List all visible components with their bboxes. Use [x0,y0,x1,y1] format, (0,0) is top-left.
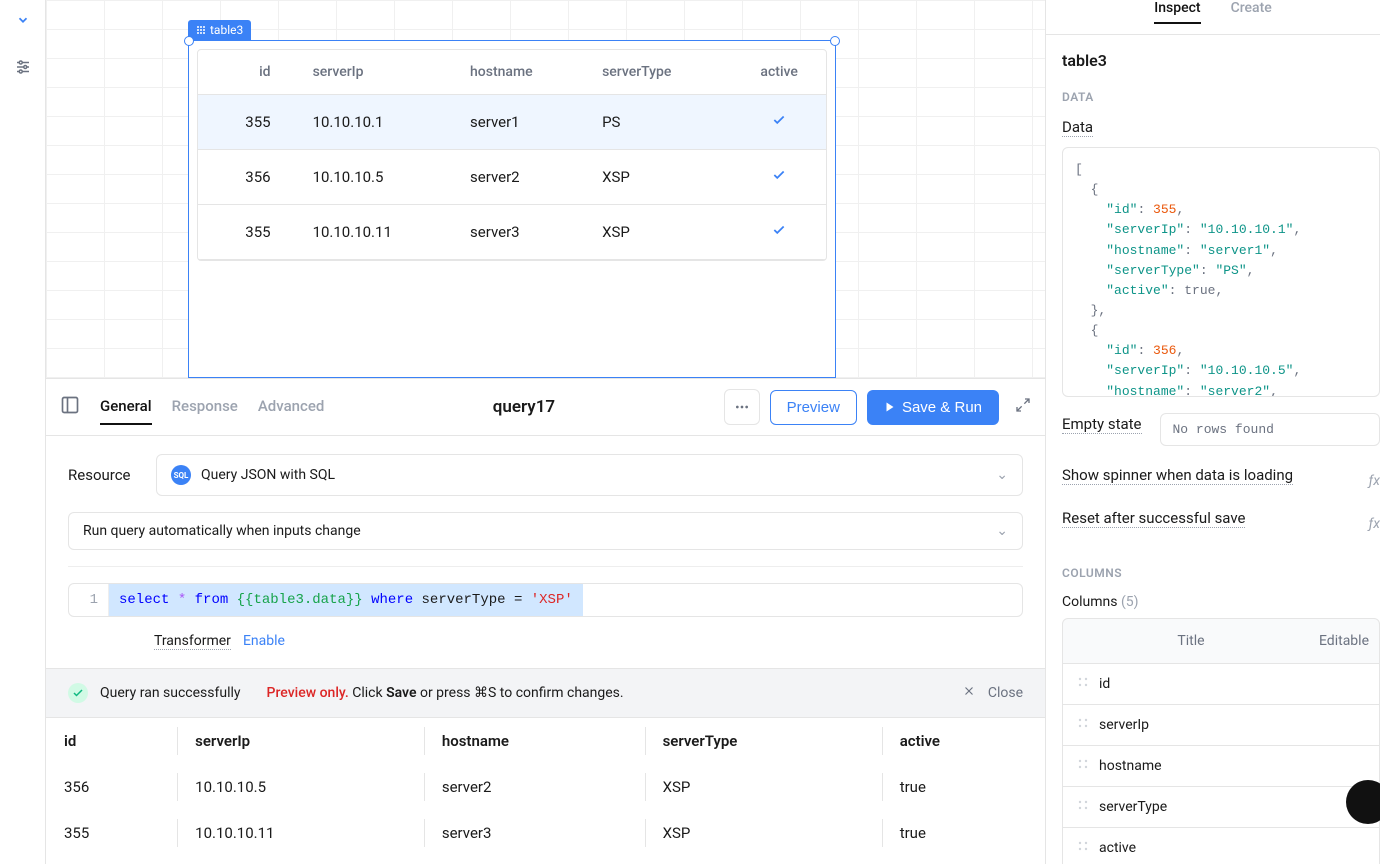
chevron-down-icon: ⌄ [996,467,1008,483]
fx-icon[interactable]: ƒx [1369,473,1380,489]
canvas[interactable]: table3 idserverIphostnameserverTypeactiv… [46,0,1045,378]
columns-section-label: COLUMNS [1062,566,1380,580]
close-button[interactable]: Close [988,685,1023,701]
component-label[interactable]: table3 [188,20,251,40]
column-header[interactable]: active [732,50,826,95]
column-config-item[interactable]: hostname [1062,746,1380,787]
close-icon[interactable] [962,684,976,702]
drag-grip-icon[interactable] [1077,799,1089,815]
expand-icon[interactable] [1015,397,1031,417]
column-config-item[interactable]: serverIp [1062,705,1380,746]
component-name: table3 [210,23,243,37]
drag-grip-icon[interactable] [1077,676,1089,692]
column-header[interactable]: hostname [458,50,590,95]
columns-label: Columns [1062,594,1117,610]
tab-general[interactable]: General [100,389,152,425]
resize-handle[interactable] [184,36,194,46]
panel-layout-icon[interactable] [60,395,80,419]
enable-transformer-link[interactable]: Enable [243,633,285,650]
column-header[interactable]: serverIp [301,50,458,95]
success-check-icon [68,683,88,703]
table-row: 35610.10.10.5server2XSPtrue [46,764,1045,810]
column-config-item[interactable]: serverType [1062,787,1380,828]
column-header[interactable]: serverType [590,50,732,95]
column-header: id [46,718,177,764]
trigger-select[interactable]: Run query automatically when inputs chan… [68,512,1023,550]
sql-icon: SQL [171,465,191,485]
table-row[interactable]: 35510.10.10.11server3XSP [198,205,826,260]
empty-state-input[interactable]: No rows found [1160,413,1380,446]
query-name[interactable]: query17 [344,397,703,417]
data-field-label: Data [1062,118,1093,137]
column-header: active [882,718,1045,764]
preview-button[interactable]: Preview [770,390,857,425]
column-config-item[interactable]: active [1062,828,1380,864]
column-header: serverType [645,718,882,764]
resource-select[interactable]: SQL Query JSON with SQL ⌄ [156,454,1023,496]
resize-handle[interactable] [830,36,840,46]
fx-icon[interactable]: ƒx [1369,516,1380,532]
settings-sliders-icon[interactable] [14,58,32,80]
more-options-button[interactable] [724,389,760,425]
tab-create[interactable]: Create [1231,0,1272,24]
table-row[interactable]: 35510.10.10.1server1PS [198,95,826,150]
tab-inspect[interactable]: Inspect [1154,0,1200,24]
drag-grip-icon[interactable] [1077,717,1089,733]
save-run-button[interactable]: Save & Run [867,390,999,425]
results-table: idserverIphostnameserverTypeactive 35610… [46,717,1045,856]
table-row[interactable]: 35610.10.10.5server2XSP [198,150,826,205]
sql-editor[interactable]: 1 select * from {{table3.data}} where se… [68,583,1023,617]
column-header: hostname [424,718,645,764]
columns-table-header: Title Editable [1062,618,1380,664]
column-config-item[interactable]: id [1062,664,1380,705]
drag-grip-icon[interactable] [1077,840,1089,856]
chevron-down-icon: ⌄ [996,523,1008,539]
table-component[interactable]: idserverIphostnameserverTypeactive 35510… [188,40,836,378]
resource-label: Resource [68,466,138,484]
column-header[interactable]: id [198,50,301,95]
column-header: serverIp [177,718,424,764]
data-json-viewer[interactable]: [ { "id": 355, "serverIp": "10.10.10.1",… [1062,147,1380,397]
inspector-title: table3 [1062,51,1380,70]
reset-after-save-label: Reset after successful save [1062,509,1245,528]
drag-grip-icon [196,25,206,35]
tab-response[interactable]: Response [172,389,238,425]
empty-state-label: Empty state [1062,415,1142,434]
play-icon [884,401,896,413]
columns-count: (5) [1121,594,1139,610]
tab-advanced[interactable]: Advanced [258,389,324,425]
data-section-label: DATA [1062,90,1380,104]
status-bar: Query ran successfully Preview only. Cli… [46,668,1045,717]
drag-grip-icon[interactable] [1077,758,1089,774]
show-spinner-label: Show spinner when data is loading [1062,466,1293,485]
transformer-label: Transformer [154,633,231,650]
table-row: 35510.10.10.11server3XSPtrue [46,810,1045,856]
collapse-panel-button[interactable] [9,6,37,34]
